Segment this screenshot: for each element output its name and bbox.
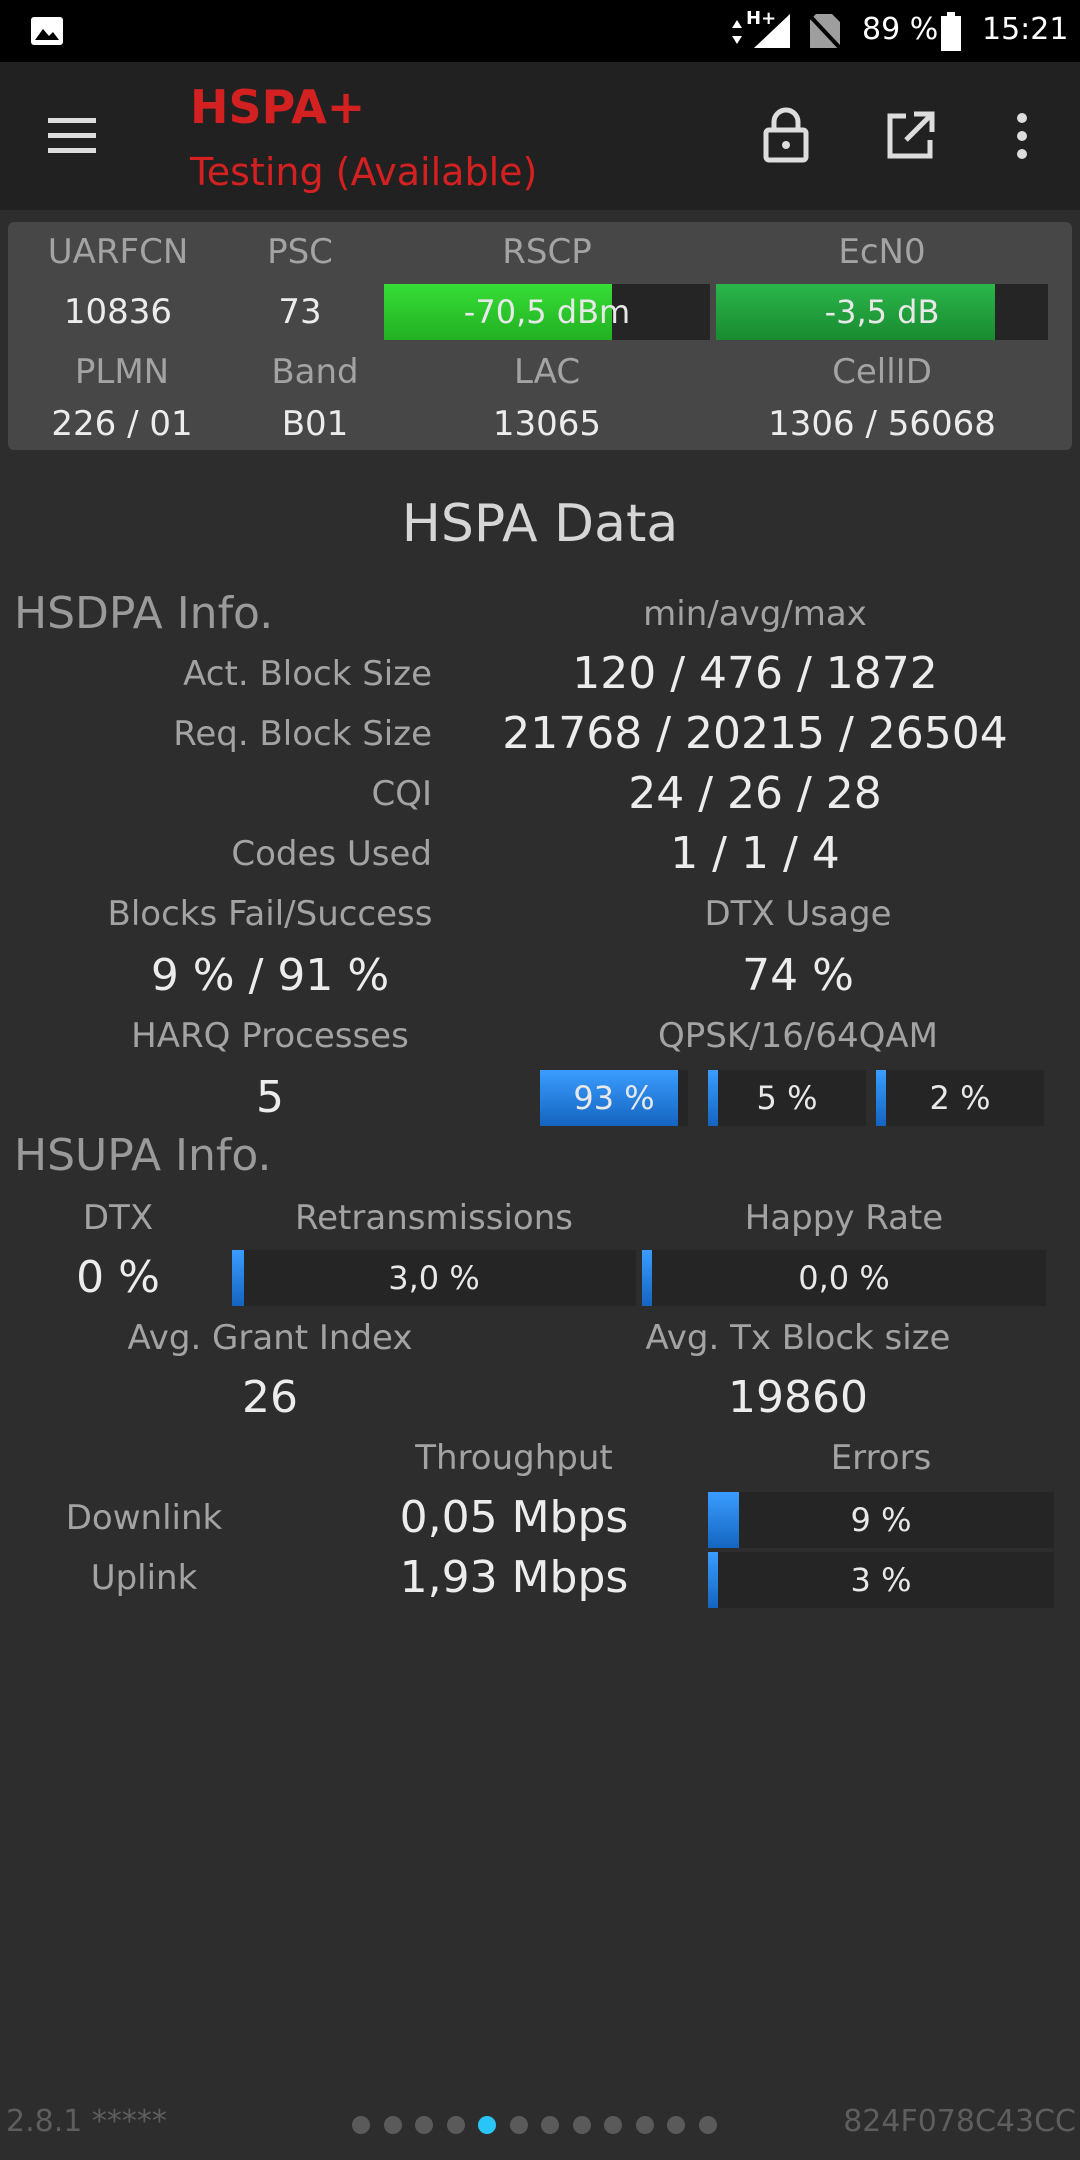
rscp-bar: -70,5 dBm: [384, 284, 710, 340]
battery-percent: 89 %: [862, 12, 939, 47]
ecn0-value: -3,5 dB: [824, 293, 940, 331]
section-title: HSPA Data: [401, 494, 679, 554]
dtx-usage-label: DTX Usage: [704, 894, 892, 934]
qam-label: QPSK/16/64QAM: [658, 1016, 938, 1056]
cellid-value: 1306 / 56068: [768, 404, 996, 444]
device-id: 824F078C43CC: [843, 2104, 1076, 2139]
toolbar: HSPA+ Testing (Available): [0, 62, 1080, 210]
page-dot[interactable]: [352, 2116, 370, 2134]
qam64-value: 2 %: [929, 1079, 991, 1117]
open-external-icon[interactable]: [870, 96, 950, 176]
tx-block-value: 19860: [728, 1372, 868, 1423]
uplink-errors-value: 3 %: [850, 1561, 912, 1599]
errors-label: Errors: [830, 1438, 932, 1478]
downlink-label: Downlink: [65, 1498, 223, 1538]
qam16-bar: 5 %: [708, 1070, 866, 1126]
signal-icon: [752, 12, 792, 50]
clock: 15:21: [982, 12, 1069, 47]
band-label: Band: [271, 352, 359, 392]
qpsk-bar: 93 %: [540, 1070, 688, 1126]
codes-label: Codes Used: [231, 834, 432, 874]
version-label: 2.8.1 *****: [6, 2104, 167, 2139]
dtx-label: DTX: [82, 1198, 154, 1238]
more-options-icon[interactable]: [982, 96, 1062, 176]
lock-icon[interactable]: [746, 96, 826, 176]
downlink-value: 0,05 Mbps: [399, 1492, 629, 1543]
uplink-errors-bar: 3 %: [708, 1552, 1054, 1608]
app-title: HSPA+: [190, 80, 366, 134]
lac-value: 13065: [492, 404, 602, 444]
qam16-value: 5 %: [756, 1079, 818, 1117]
psc-value: 73: [278, 292, 322, 332]
throughput-label: Throughput: [415, 1438, 613, 1478]
status-bar: H+ 89 % 15:21: [0, 0, 1080, 62]
cellid-label: CellID: [832, 352, 932, 392]
page-dot[interactable]: [604, 2116, 622, 2134]
harq-label: HARQ Processes: [131, 1016, 409, 1056]
dtx-usage-value: 74 %: [742, 950, 854, 1001]
page-dot[interactable]: [573, 2116, 591, 2134]
uarfcn-label: UARFCN: [47, 232, 189, 272]
grant-index-value: 26: [242, 1372, 298, 1423]
plmn-label: PLMN: [74, 352, 170, 392]
hsdpa-heading: HSDPA Info.: [14, 588, 274, 639]
qam64-bar: 2 %: [876, 1070, 1044, 1126]
happy-rate-bar: 0,0 %: [642, 1250, 1046, 1306]
psc-label: PSC: [267, 232, 333, 272]
gallery-notification-icon: [30, 16, 64, 46]
no-sim-icon: [808, 12, 842, 50]
ecn0-bar: -3,5 dB: [716, 284, 1048, 340]
uarfcn-value: 10836: [63, 292, 173, 332]
page-dot[interactable]: [541, 2116, 559, 2134]
retrans-value: 3,0 %: [388, 1259, 480, 1297]
cqi-value: 24 / 26 / 28: [628, 768, 882, 819]
act-block-value: 120 / 476 / 1872: [572, 648, 938, 699]
retrans-bar: 3,0 %: [232, 1250, 636, 1306]
retrans-label: Retransmissions: [295, 1198, 573, 1238]
page-dot[interactable]: [510, 2116, 528, 2134]
app-subtitle: Testing (Available): [190, 150, 538, 194]
cqi-label: CQI: [371, 774, 432, 814]
lac-label: LAC: [513, 352, 581, 392]
page-dot[interactable]: [447, 2116, 465, 2134]
page-dot[interactable]: [636, 2116, 654, 2134]
uplink-value: 1,93 Mbps: [399, 1552, 629, 1603]
page-dot[interactable]: [478, 2116, 496, 2134]
battery-icon: [940, 12, 962, 52]
page-dot[interactable]: [699, 2116, 717, 2134]
page-dot[interactable]: [415, 2116, 433, 2134]
qpsk-value: 93 %: [573, 1079, 655, 1117]
blocks-label: Blocks Fail/Success: [107, 894, 433, 934]
happy-rate-label: Happy Rate: [744, 1198, 944, 1238]
req-block-label: Req. Block Size: [173, 714, 432, 754]
hsupa-heading: HSUPA Info.: [14, 1130, 272, 1181]
happy-rate-value: 0,0 %: [798, 1259, 890, 1297]
uplink-label: Uplink: [90, 1558, 198, 1598]
data-arrows-icon: [730, 14, 744, 48]
minavgmax-label: min/avg/max: [643, 594, 867, 634]
dtx-value: 0 %: [76, 1252, 160, 1303]
page-dot[interactable]: [384, 2116, 402, 2134]
grant-index-label: Avg. Grant Index: [127, 1318, 413, 1358]
plmn-value: 226 / 01: [51, 404, 193, 444]
rscp-value: -70,5 dBm: [463, 293, 631, 331]
menu-icon[interactable]: [32, 96, 112, 176]
codes-value: 1 / 1 / 4: [670, 828, 840, 879]
rscp-label: RSCP: [502, 232, 592, 272]
band-value: B01: [281, 404, 349, 444]
downlink-errors-value: 9 %: [850, 1501, 912, 1539]
tx-block-label: Avg. Tx Block size: [645, 1318, 951, 1358]
downlink-errors-bar: 9 %: [708, 1492, 1054, 1548]
req-block-value: 21768 / 20215 / 26504: [502, 708, 1008, 759]
act-block-label: Act. Block Size: [183, 654, 432, 694]
harq-value: 5: [256, 1072, 284, 1123]
page-dot[interactable]: [667, 2116, 685, 2134]
ecn0-label: EcN0: [838, 232, 926, 272]
blocks-value: 9 % / 91 %: [150, 950, 390, 1001]
